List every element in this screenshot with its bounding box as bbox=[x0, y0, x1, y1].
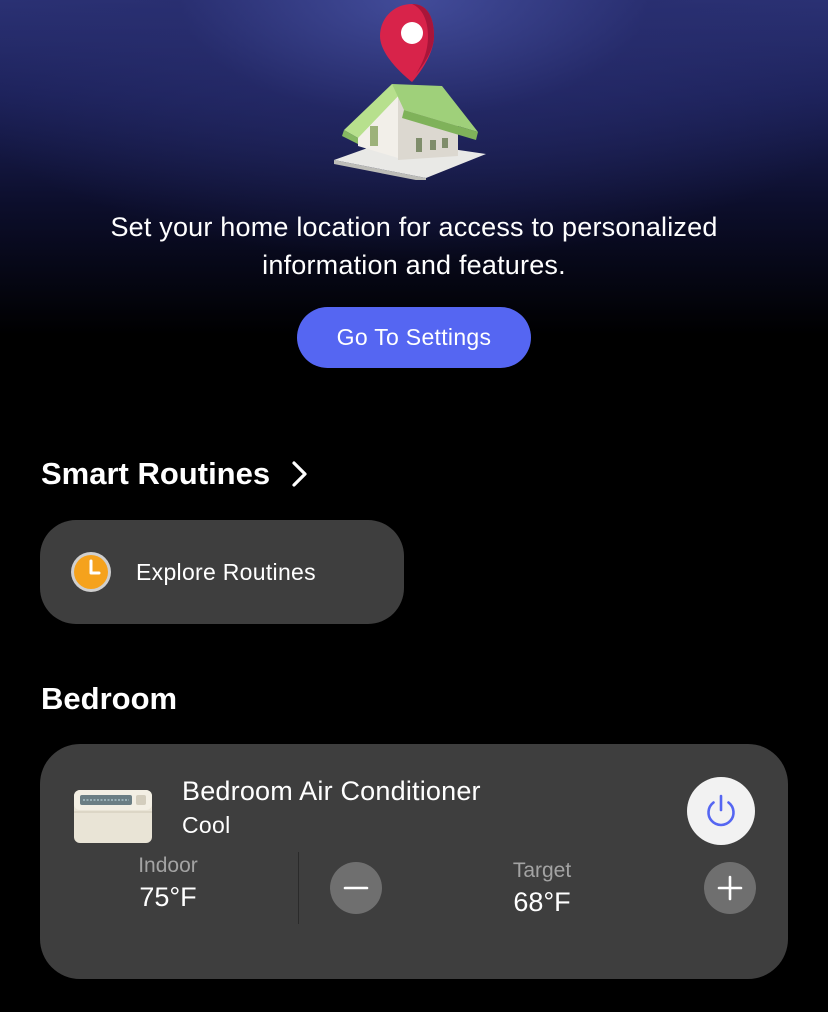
indoor-temperature: 75°F bbox=[139, 882, 197, 912]
air-conditioner-icon bbox=[74, 790, 152, 843]
explore-routines-card[interactable]: Explore Routines bbox=[40, 520, 404, 624]
home-location-banner: Set your home location for access to per… bbox=[0, 0, 828, 430]
bedroom-air-conditioner-card[interactable]: Bedroom Air Conditioner Cool Indoor 75°F… bbox=[40, 744, 788, 979]
bedroom-header: Bedroom bbox=[41, 681, 177, 717]
power-button[interactable] bbox=[687, 777, 755, 845]
power-icon bbox=[707, 794, 735, 827]
minus-icon bbox=[343, 886, 369, 890]
chevron-right-icon bbox=[292, 461, 307, 487]
bedroom-title: Bedroom bbox=[41, 681, 178, 716]
target-label: Target bbox=[512, 859, 572, 882]
decrease-temperature-button[interactable] bbox=[330, 862, 382, 914]
indoor-label: Indoor bbox=[138, 854, 198, 877]
go-to-settings-button[interactable]: Go To Settings bbox=[297, 307, 531, 368]
increase-temperature-button[interactable] bbox=[704, 862, 756, 914]
stat-divider bbox=[298, 852, 299, 924]
home-location-message-line1: Set your home location for access to per… bbox=[110, 212, 718, 242]
home-location-message: Set your home location for access to per… bbox=[0, 208, 828, 284]
clock-icon bbox=[71, 552, 111, 592]
device-name: Bedroom Air Conditioner bbox=[182, 776, 481, 806]
home-screen: Set your home location for access to per… bbox=[0, 0, 828, 1012]
house-location-icon bbox=[334, 4, 486, 180]
smart-routines-header[interactable]: Smart Routines bbox=[41, 456, 310, 492]
smart-routines-title: Smart Routines bbox=[41, 456, 271, 491]
device-mode: Cool bbox=[182, 812, 231, 838]
plus-icon bbox=[717, 875, 743, 901]
target-temperature: 68°F bbox=[513, 887, 571, 917]
explore-routines-label: Explore Routines bbox=[136, 558, 316, 585]
home-location-message-line2: information and features. bbox=[262, 250, 566, 280]
